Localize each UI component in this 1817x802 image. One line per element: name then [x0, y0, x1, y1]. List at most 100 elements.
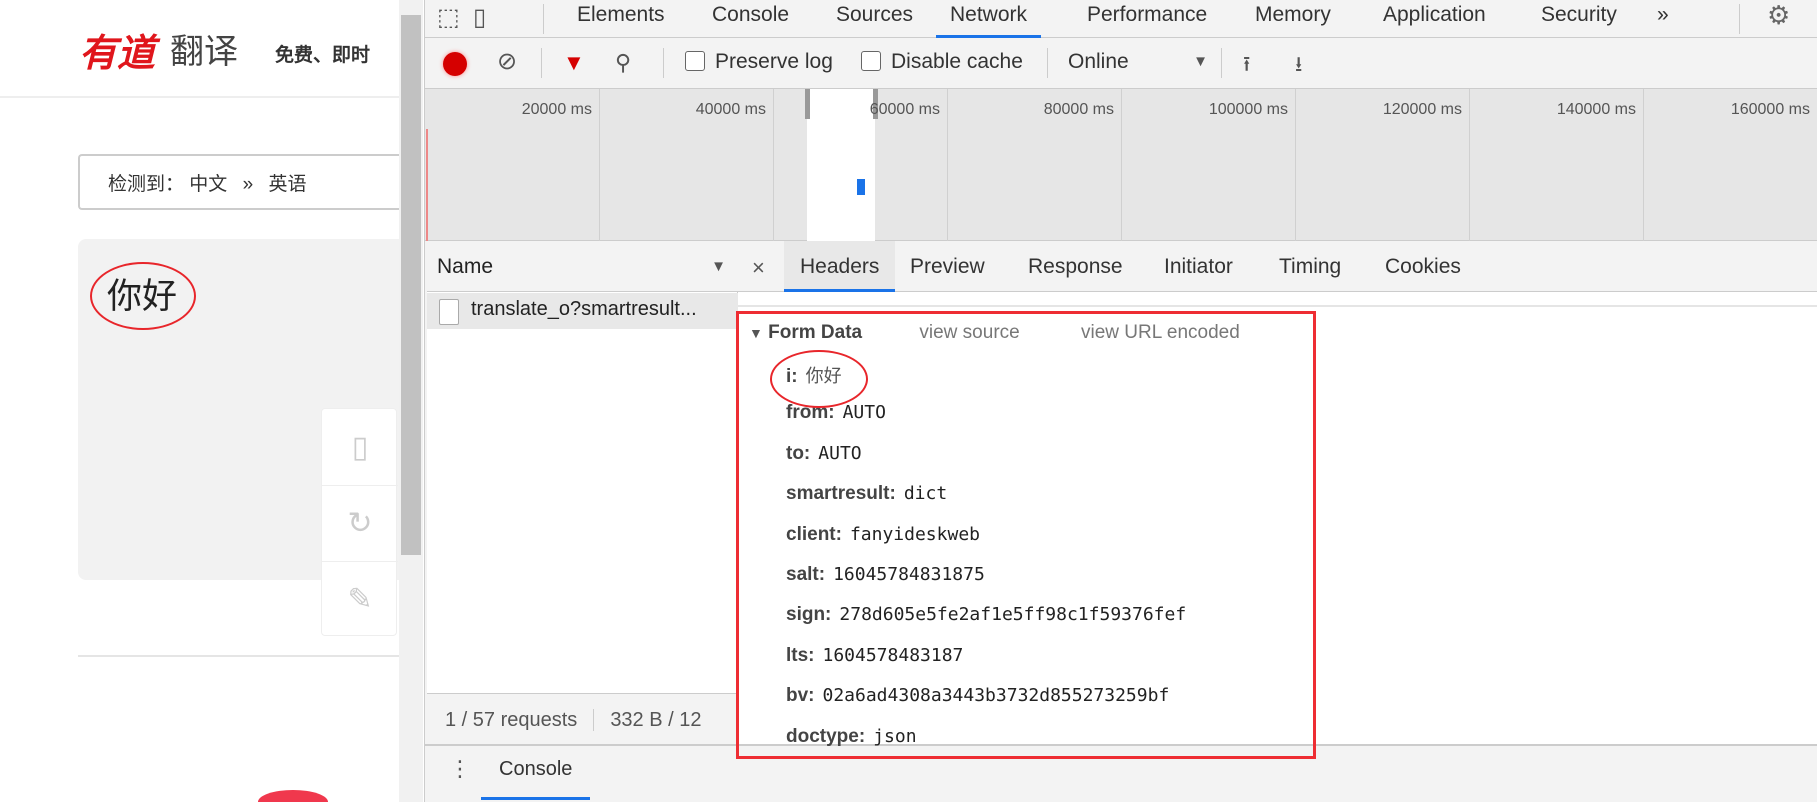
tab-headers[interactable]: Headers: [784, 241, 896, 292]
detect-arrow: »: [242, 174, 254, 195]
detect-to: 英语: [268, 174, 307, 195]
inspect-icon[interactable]: ⬚: [437, 0, 460, 38]
tab-memory[interactable]: Memory: [1255, 0, 1331, 38]
tab-network[interactable]: Network: [936, 0, 1042, 38]
name-column-header[interactable]: Name ▼: [427, 241, 738, 292]
separator: [1047, 48, 1048, 78]
timeline-gridline: [1643, 89, 1644, 241]
field-key: to:: [786, 442, 811, 464]
request-list: Name ▼ translate_o?smartresult... 1 / 57 …: [427, 241, 738, 744]
device-toggle-icon[interactable]: ▯: [473, 0, 486, 38]
timeline-tick-label: 20000 ms: [521, 101, 592, 118]
separator: [1221, 48, 1222, 78]
throttle-select[interactable]: Online ▼: [1068, 50, 1208, 74]
tablet-icon[interactable]: ▯: [322, 409, 398, 485]
field-value: 1604578483187: [822, 644, 964, 666]
field-value: 02a6ad4308a3443b3732d855273259bf: [822, 685, 1170, 707]
timeline-tick-label: 40000 ms: [695, 101, 766, 118]
separator: [541, 48, 542, 78]
timeline-gridline: [1121, 89, 1122, 241]
language-detect-select[interactable]: 检测到： 中文 » 英语: [78, 154, 400, 210]
close-detail-button[interactable]: ×: [752, 241, 765, 292]
field-value: AUTO: [818, 442, 862, 464]
network-overview[interactable]: 20000 ms 40000 ms 60000 ms 80000 ms 100000 m…: [425, 89, 1817, 241]
divider: [78, 655, 400, 657]
tab-security[interactable]: Security: [1541, 0, 1617, 38]
field-key: client:: [786, 523, 842, 545]
form-field-row: lts: 1604578483187: [786, 645, 963, 667]
request-bar: [857, 179, 865, 195]
import-har-icon[interactable]: ⭱: [1243, 50, 1250, 85]
refresh-icon[interactable]: ↻: [322, 485, 398, 561]
load-marker: [426, 129, 428, 241]
tab-response[interactable]: Response: [1028, 241, 1123, 292]
file-icon: [439, 299, 459, 325]
clear-icon[interactable]: ⊘: [497, 47, 517, 76]
tab-sources[interactable]: Sources: [836, 0, 913, 38]
more-tabs-button[interactable]: »: [1657, 0, 1669, 38]
detail-tabs: × Headers Preview Response Initiator Tim…: [738, 241, 1817, 292]
form-field-row: to: AUTO: [786, 443, 862, 465]
request-count: 1 / 57 requests: [445, 709, 578, 731]
form-field-row: smartresult: dict: [786, 483, 947, 505]
timeline-gridline: [1295, 89, 1296, 241]
view-url-encoded-link[interactable]: view URL encoded: [1081, 322, 1240, 343]
edit-icon[interactable]: ✎: [322, 561, 398, 637]
side-tools: ▯ ↻ ✎: [321, 408, 398, 637]
request-row[interactable]: translate_o?smartresult...: [427, 293, 738, 329]
form-field-row: sign: 278d605e5fe2af1e5ff98c1f59376fef: [786, 604, 1186, 626]
preserve-log-checkbox[interactable]: Preserve log: [685, 50, 833, 74]
separator: [1739, 4, 1740, 34]
tab-initiator[interactable]: Initiator: [1164, 241, 1233, 292]
form-field-row: client: fanyideskweb: [786, 524, 980, 546]
view-source-link[interactable]: view source: [919, 322, 1019, 343]
status-bar: 1 / 57 requests 332 B / 12: [427, 693, 738, 744]
tab-performance[interactable]: Performance: [1087, 0, 1207, 38]
field-key: salt:: [786, 564, 826, 585]
form-field-row: salt: 16045784831875: [786, 564, 985, 586]
tab-timing[interactable]: Timing: [1279, 241, 1341, 292]
tab-elements[interactable]: Elements: [577, 0, 665, 38]
settings-gear-icon[interactable]: ⚙: [1767, 0, 1790, 38]
field-value: fanyideskweb: [849, 523, 980, 545]
field-key: sign:: [786, 604, 832, 626]
timeline-gridline: [1469, 89, 1470, 241]
field-value: dict: [903, 483, 948, 505]
devtools-tabbar: ⬚ ▯ Elements Console Sources Network Per…: [425, 0, 1817, 38]
timeline-tick-label: 160000 ms: [1730, 101, 1810, 118]
search-icon[interactable]: ⚲: [615, 50, 631, 76]
disable-cache-checkbox[interactable]: Disable cache: [861, 50, 1023, 74]
form-data-header[interactable]: ▼ Form Data view source view URL encoded: [749, 322, 1240, 344]
youdao-logo[interactable]: 有道: [79, 22, 155, 77]
annotation-circle: [770, 350, 868, 408]
timeline-gridline: [773, 89, 774, 241]
form-field-row: bv: 02a6ad4308a3443b3732d855273259bf: [786, 685, 1169, 707]
separator: [543, 4, 544, 34]
timeline-gridline: [599, 89, 600, 241]
separator: [663, 48, 664, 78]
detect-from: 中文: [189, 174, 228, 195]
drawer-menu-icon[interactable]: ⋮: [449, 756, 471, 782]
field-key: doctype:: [786, 725, 866, 747]
field-key: lts:: [786, 644, 815, 666]
field-value: json: [873, 725, 917, 747]
export-har-icon[interactable]: ⭳: [1295, 50, 1302, 85]
field-value: 16045784831875: [833, 564, 985, 585]
tab-application[interactable]: Application: [1383, 0, 1486, 38]
record-icon[interactable]: [443, 52, 467, 76]
tab-preview[interactable]: Preview: [910, 241, 985, 292]
timeline-tick-label: 120000 ms: [1382, 101, 1462, 118]
header-divider: [0, 96, 400, 98]
scrollbar-thumb[interactable]: [401, 15, 421, 555]
page-scrollbar[interactable]: [399, 0, 423, 802]
form-field-row: doctype: json: [786, 726, 917, 748]
translate-button[interactable]: [258, 790, 328, 802]
tab-console[interactable]: Console: [712, 0, 789, 38]
field-key: smartresult:: [786, 483, 896, 505]
timeline-tick-label: 140000 ms: [1556, 101, 1636, 118]
tab-cookies[interactable]: Cookies: [1385, 241, 1461, 292]
youdao-page: 有道 翻译 免费、即时 检测到： 中文 » 英语 你好 ▯ ↻ ✎: [0, 0, 400, 802]
drawer-tab-console[interactable]: Console: [481, 746, 591, 800]
filter-icon[interactable]: ▼: [563, 50, 585, 76]
logo-suffix: 翻译: [170, 33, 238, 71]
